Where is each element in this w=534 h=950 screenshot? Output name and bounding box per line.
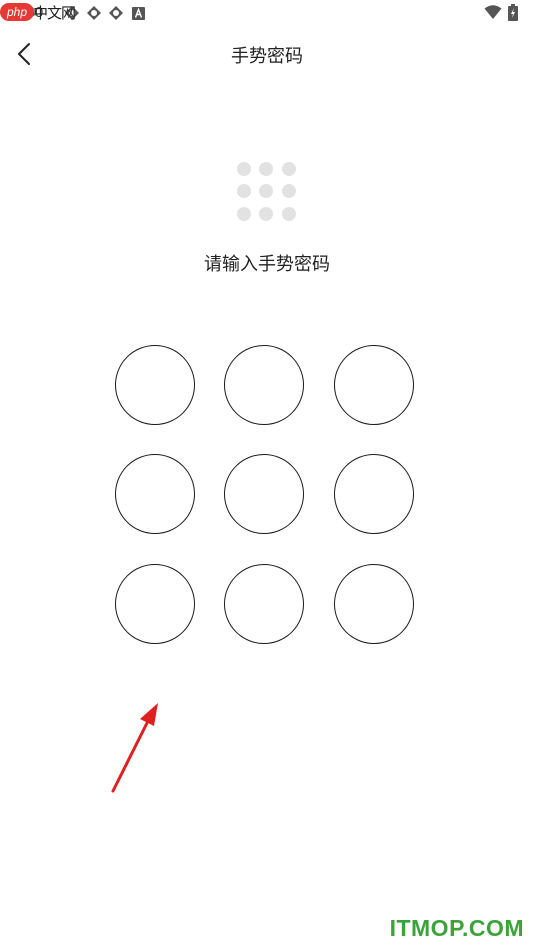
preview-dot: [282, 207, 296, 221]
sync-icon: [109, 6, 123, 20]
pattern-node-1[interactable]: [115, 345, 195, 425]
pattern-node-2[interactable]: [224, 345, 304, 425]
pattern-node-3[interactable]: [334, 345, 414, 425]
gesture-preview-grid: [237, 162, 297, 222]
watermark-text: ITMOP.COM: [389, 915, 524, 941]
preview-dot: [237, 184, 251, 198]
watermark-logo: php 中文网: [0, 0, 84, 24]
preview-dot: [237, 207, 251, 221]
preview-dot: [237, 162, 251, 176]
preview-dot: [259, 184, 273, 198]
prompt-text: 请输入手势密码: [204, 254, 330, 275]
preview-dot: [282, 162, 296, 176]
preview-dot: [259, 162, 273, 176]
pattern-node-8[interactable]: [224, 564, 304, 644]
battery-icon: [508, 4, 518, 21]
preview-dot: [282, 184, 296, 198]
page-title: 手势密码: [231, 46, 303, 67]
sync-icon: [87, 6, 101, 20]
pattern-node-4[interactable]: [115, 454, 195, 534]
pattern-node-6[interactable]: [334, 454, 414, 534]
wifi-icon: [484, 5, 502, 19]
annotation-arrow: [111, 703, 158, 793]
pattern-lock-pad[interactable]: [115, 345, 419, 649]
pattern-node-7[interactable]: [115, 564, 195, 644]
logo-text: 中文网: [33, 4, 76, 22]
header: 手势密码: [0, 30, 534, 78]
php-logo-badge: php: [0, 3, 34, 21]
pattern-node-5[interactable]: [224, 454, 304, 534]
pattern-node-9[interactable]: [334, 564, 414, 644]
font-a-icon: [132, 7, 145, 20]
preview-dot: [259, 207, 273, 221]
